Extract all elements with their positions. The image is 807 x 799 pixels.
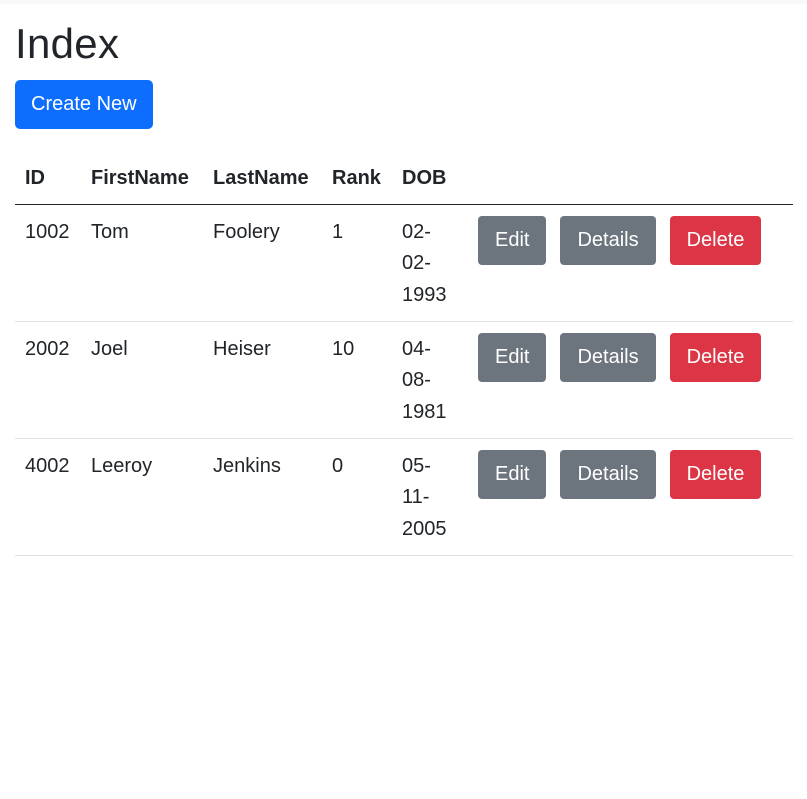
dob-month: 08- xyxy=(402,369,431,391)
header-dob: DOB xyxy=(392,153,468,205)
cell-dob: 04- 08- 1981 xyxy=(392,321,468,439)
header-lastname: LastName xyxy=(203,153,322,205)
cell-firstname: Tom xyxy=(81,204,203,322)
main-container: Index Create New ID FirstName LastName R… xyxy=(0,20,807,556)
dob-month: 02- xyxy=(402,252,431,274)
cell-actions: Edit Details Delete xyxy=(468,321,793,439)
cell-dob: 05- 11- 2005 xyxy=(392,438,468,556)
details-button[interactable]: Details xyxy=(560,449,656,499)
cell-lastname: Foolery xyxy=(203,204,322,322)
top-bar xyxy=(0,0,807,4)
cell-rank: 1 xyxy=(322,204,392,322)
edit-button[interactable]: Edit xyxy=(478,332,547,382)
dob-year: 1993 xyxy=(402,283,447,306)
cell-lastname: Heiser xyxy=(203,321,322,439)
details-button[interactable]: Details xyxy=(560,332,656,382)
cell-firstname: Leeroy xyxy=(81,438,203,556)
people-table: ID FirstName LastName Rank DOB 1002 Tom … xyxy=(15,153,793,556)
delete-button[interactable]: Delete xyxy=(669,332,762,382)
cell-rank: 10 xyxy=(322,321,392,439)
cell-dob: 02- 02- 1993 xyxy=(392,204,468,322)
header-id: ID xyxy=(15,153,81,205)
delete-button[interactable]: Delete xyxy=(669,449,762,499)
cell-lastname: Jenkins xyxy=(203,438,322,556)
header-actions xyxy=(468,153,793,205)
dob-month: 11- xyxy=(402,486,430,508)
cell-rank: 0 xyxy=(322,438,392,556)
cell-actions: Edit Details Delete xyxy=(468,438,793,556)
table-row: 2002 Joel Heiser 10 04- 08- 1981 Edit Det… xyxy=(15,321,793,439)
table-header-row: ID FirstName LastName Rank DOB xyxy=(15,153,793,205)
edit-button[interactable]: Edit xyxy=(478,449,547,499)
dob-year: 1981 xyxy=(402,400,447,423)
cell-id: 4002 xyxy=(15,438,81,556)
create-new-button[interactable]: Create New xyxy=(15,80,153,129)
cell-id: 2002 xyxy=(15,321,81,439)
dob-day: 02- xyxy=(402,220,431,243)
cell-actions: Edit Details Delete xyxy=(468,204,793,322)
header-firstname: FirstName xyxy=(81,153,203,205)
dob-day: 05- xyxy=(402,454,431,477)
page-title: Index xyxy=(15,20,120,67)
table-row: 4002 Leeroy Jenkins 0 05- 11- 2005 Edit D… xyxy=(15,438,793,556)
header-rank: Rank xyxy=(322,153,392,205)
table-row: 1002 Tom Foolery 1 02- 02- 1993 Edit Deta… xyxy=(15,204,793,322)
details-button[interactable]: Details xyxy=(560,215,656,265)
edit-button[interactable]: Edit xyxy=(478,215,547,265)
delete-button[interactable]: Delete xyxy=(669,215,762,265)
dob-day: 04- xyxy=(402,337,431,360)
cell-id: 1002 xyxy=(15,204,81,322)
dob-year: 2005 xyxy=(402,517,447,540)
cell-firstname: Joel xyxy=(81,321,203,439)
